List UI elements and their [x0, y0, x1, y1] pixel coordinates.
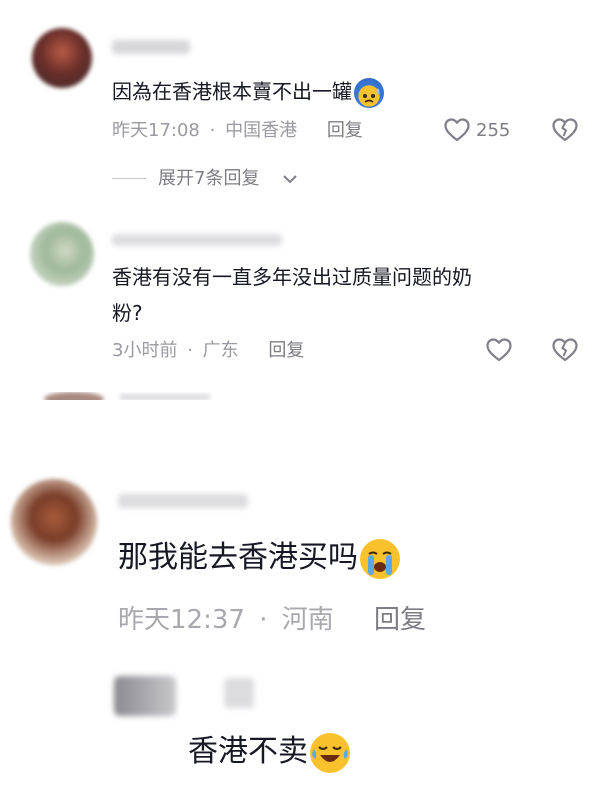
cold-sweat-emoji-icon — [354, 78, 384, 108]
meta-separator: · — [187, 340, 193, 361]
bottom-comment-section: 那我能去香港买吗 昨天12:37 · 河南 回复 香港不卖 — [0, 400, 600, 800]
expand-replies-label[interactable]: 展开7条回复 — [158, 168, 259, 190]
comment-meta: 昨天12:37 · 河南 回复 — [118, 604, 426, 636]
comment-location: 中国香港 — [225, 120, 298, 141]
comment-time: 昨天12:37 — [118, 605, 245, 635]
tears-of-joy-emoji-icon — [310, 732, 350, 773]
comment-location: 广东 — [202, 340, 239, 361]
avatar-blurred[interactable] — [114, 676, 176, 716]
username-blurred[interactable] — [118, 494, 248, 508]
comment-location: 河南 — [281, 605, 334, 635]
comment-time: 3小时前 — [112, 340, 178, 361]
like-heart-icon[interactable] — [486, 338, 512, 362]
loudly-crying-emoji-icon — [360, 538, 400, 579]
chevron-down-icon — [282, 172, 298, 186]
top-comment-section: 因為在香港根本賣不出一罐 昨天17:08 · 中国香港 回复 255 展开7条回… — [0, 0, 600, 400]
like-heart-icon[interactable] — [444, 118, 470, 142]
avatar[interactable] — [32, 28, 92, 88]
avatar[interactable] — [10, 478, 98, 566]
reply-text: 香港不卖 — [188, 732, 350, 773]
avatar[interactable] — [30, 222, 94, 286]
reply-button[interactable]: 回复 — [327, 120, 363, 141]
dislike-broken-heart-icon[interactable] — [552, 118, 578, 142]
comment-text: 因為在香港根本賣不出一罐 — [112, 78, 384, 108]
meta-separator: · — [259, 605, 268, 635]
comment-time: 昨天17:08 — [112, 120, 200, 141]
comment-text: 那我能去香港买吗 — [118, 538, 400, 579]
expand-line — [112, 178, 146, 179]
comment-meta: 昨天17:08 · 中国香港 回复 — [112, 120, 363, 142]
partial-comment-blurred — [0, 392, 600, 400]
meta-separator: · — [209, 120, 216, 141]
reply-button[interactable]: 回复 — [374, 605, 426, 635]
reply-button[interactable]: 回复 — [268, 340, 304, 361]
username-blurred[interactable] — [112, 40, 190, 54]
comment-meta: 3小时前 · 广东 回复 — [112, 340, 304, 362]
comment-text-line-1: 香港有没有一直多年没出过质量问题的奶 — [112, 265, 472, 289]
like-count: 255 — [476, 120, 511, 141]
dislike-broken-heart-icon[interactable] — [552, 338, 578, 362]
username-blurred[interactable] — [224, 678, 254, 708]
username-blurred[interactable] — [112, 234, 282, 246]
comment-text-line-2: 粉? — [112, 301, 143, 325]
